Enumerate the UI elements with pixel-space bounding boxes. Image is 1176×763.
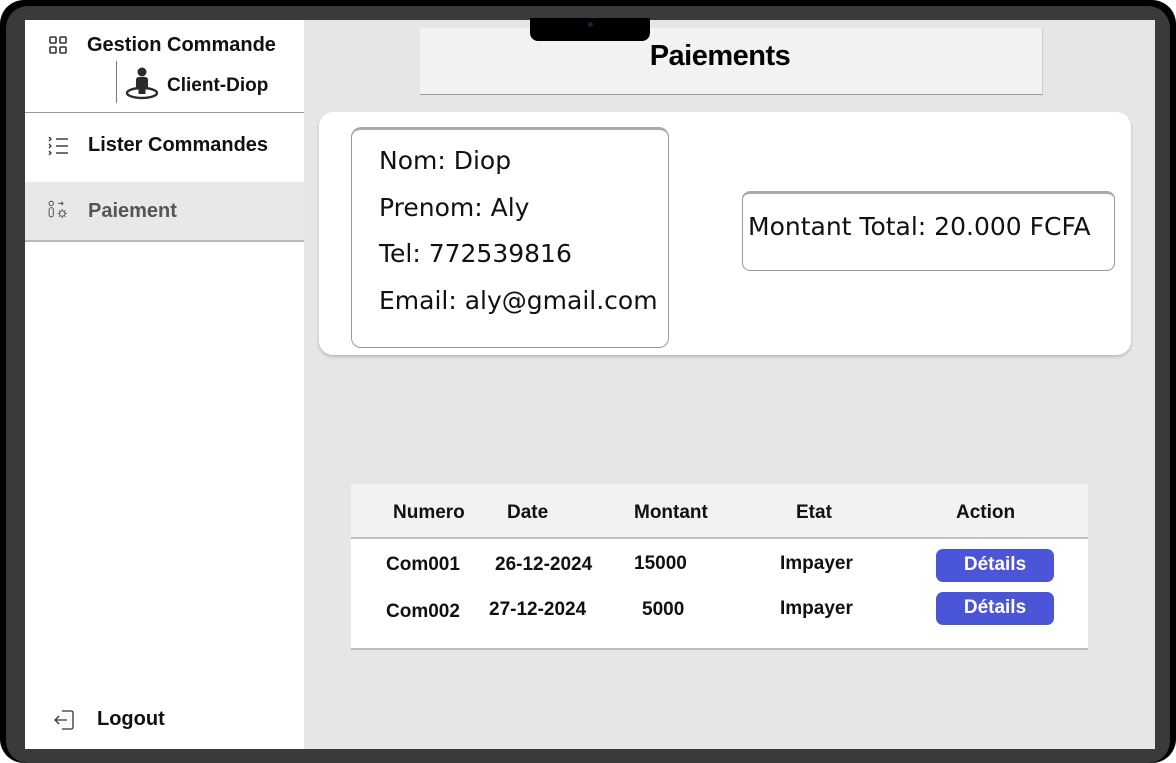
app-title: Gestion Commande (87, 34, 276, 56)
cell-montant: 15000 (634, 553, 687, 574)
cell-numero: Com002 (386, 601, 460, 622)
cell-date: 26-12-2024 (495, 554, 593, 575)
page-header: Paiements (420, 28, 1043, 95)
sidebar-item-paiement[interactable]: Paiement (25, 182, 304, 242)
total-amount: Montant Total: 20.000 FCFA (748, 212, 1091, 241)
details-button[interactable]: Détails (936, 592, 1054, 625)
sidebar-item-label: Lister Commandes (88, 134, 269, 156)
payment-icon (48, 200, 67, 219)
col-date: Date (507, 502, 549, 523)
list-icon (48, 136, 68, 156)
cell-etat: Impayer (780, 553, 853, 574)
client-name: Client-Diop (167, 75, 269, 96)
cell-montant: 5000 (642, 599, 685, 620)
cell-etat: Impayer (780, 598, 853, 619)
client-info-card: Nom: Diop Prenom: Aly Tel: 772539816 Ema… (319, 112, 1131, 355)
table-header: Numero Date Montant Etat Action (351, 484, 1088, 539)
client-tel: Tel: 772539816 (379, 239, 572, 268)
logout-icon (54, 710, 74, 730)
sidebar-item-label: Paiement (88, 200, 177, 222)
page-title: Paiements (649, 40, 791, 72)
client-nom: Nom: Diop (379, 146, 512, 175)
col-etat: Etat (796, 502, 832, 523)
sidebar: Gestion Commande Client-Diop Lister Comm… (25, 20, 304, 749)
col-action: Action (956, 502, 1016, 523)
client-prenom: Prenom: Aly (379, 193, 530, 222)
client-email: Email: aly@gmail.com (379, 286, 658, 315)
client-profile: Client-Diop (116, 61, 268, 103)
details-button[interactable]: Détails (936, 549, 1054, 582)
col-numero: Numero (393, 502, 465, 523)
sidebar-item-lister-commandes[interactable]: Lister Commandes (25, 116, 304, 174)
col-montant: Montant (634, 502, 708, 523)
client-details: Nom: Diop Prenom: Aly Tel: 772539816 Ema… (351, 127, 669, 348)
logout-label: Logout (97, 708, 165, 730)
grid-icon (49, 36, 67, 54)
logout-button[interactable]: Logout (53, 708, 253, 734)
cell-numero: Com001 (386, 554, 460, 575)
sidebar-brand: Gestion Commande Client-Diop (25, 20, 304, 113)
user-location-icon (125, 67, 159, 100)
cell-date: 27-12-2024 (489, 599, 587, 620)
screen: Gestion Commande Client-Diop Lister Comm… (25, 20, 1155, 749)
camera-notch (530, 18, 650, 41)
camera-icon (588, 22, 593, 27)
total-amount-box: Montant Total: 20.000 FCFA (742, 191, 1115, 271)
payments-table: Numero Date Montant Etat Action Com001 2… (351, 484, 1088, 650)
